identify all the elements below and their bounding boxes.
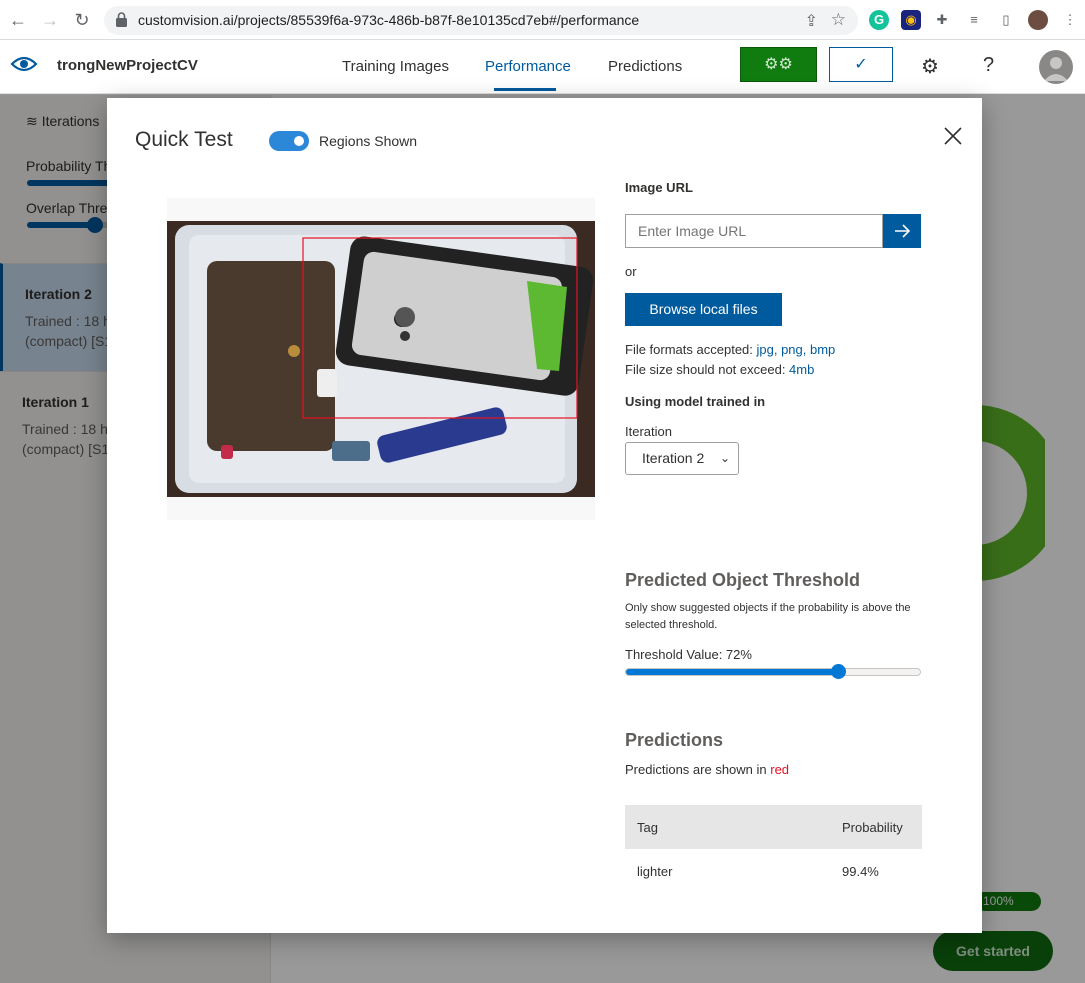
person-icon xyxy=(1044,57,1068,81)
threshold-title: Predicted Object Threshold xyxy=(625,570,861,590)
threshold-value-label: Threshold Value: 72% xyxy=(625,647,752,662)
checkmark-icon: ✓ xyxy=(854,56,868,73)
media-control-icon[interactable]: ≡ xyxy=(964,10,984,30)
tab-performance[interactable]: Performance xyxy=(485,58,571,75)
predictions-note: Predictions are shown in red xyxy=(625,762,790,777)
forward-icon[interactable]: → xyxy=(40,10,60,30)
using-model-label: Using model trained in xyxy=(625,394,766,409)
grammarly-extension-icon[interactable]: G xyxy=(869,10,889,30)
close-icon[interactable] xyxy=(941,124,965,148)
back-icon[interactable]: ← xyxy=(8,10,28,30)
column-header-probability: Probability xyxy=(842,820,903,835)
app-header: trongNewProjectCV Training Images Perfor… xyxy=(0,40,1085,94)
address-bar[interactable]: customvision.ai/projects/85539f6a-973c-4… xyxy=(104,6,858,35)
menu-kebab-icon[interactable]: ⋮ xyxy=(1060,10,1080,30)
regions-shown-label: Regions Shown xyxy=(319,133,418,149)
chevron-down-icon: ⌄ xyxy=(719,451,730,465)
extension-icon[interactable]: ◉ xyxy=(901,10,921,30)
predictions-title: Predictions xyxy=(625,730,724,750)
prediction-probability: 99.4% xyxy=(842,864,879,879)
project-name[interactable]: trongNewProjectCV xyxy=(57,57,198,74)
tab-predictions[interactable]: Predictions xyxy=(608,58,682,75)
threshold-slider[interactable] xyxy=(625,664,921,679)
prediction-tag: lighter xyxy=(637,864,673,879)
url-text: customvision.ai/projects/85539f6a-973c-4… xyxy=(138,12,640,28)
browser-toolbar: ← → ↻ customvision.ai/projects/85539f6a-… xyxy=(0,0,1085,40)
active-tab-indicator xyxy=(494,88,556,91)
column-header-tag: Tag xyxy=(637,820,658,835)
submit-url-button[interactable] xyxy=(883,214,921,248)
iteration-select[interactable]: Iteration 2 ⌄ xyxy=(625,442,739,475)
lock-icon xyxy=(116,12,127,27)
help-icon[interactable]: ? xyxy=(983,54,994,77)
iteration-label: Iteration xyxy=(625,424,672,439)
test-image xyxy=(167,221,595,497)
or-text: or xyxy=(625,264,637,279)
dialog-title: Quick Test xyxy=(135,128,233,151)
iteration-select-value: Iteration 2 xyxy=(642,450,705,466)
reload-icon[interactable]: ↻ xyxy=(72,10,92,30)
file-size-link[interactable]: 4mb xyxy=(789,362,814,377)
quick-test-dialog: Quick Test Regions Shown Image URL Enter… xyxy=(107,98,982,933)
file-formats-link[interactable]: jpg, png, bmp xyxy=(757,342,836,357)
test-image-frame xyxy=(167,198,595,520)
regions-shown-toggle[interactable] xyxy=(269,131,309,151)
profile-avatar-icon[interactable] xyxy=(1028,10,1048,30)
puzzle-extensions-icon[interactable]: ✚ xyxy=(932,10,952,30)
gears-icon: ⚙⚙ xyxy=(764,56,793,73)
user-avatar[interactable] xyxy=(1039,50,1073,84)
tab-training-images[interactable]: Training Images xyxy=(342,58,449,75)
side-panel-icon[interactable]: ▯ xyxy=(996,10,1016,30)
predictions-table: Tag Probability lighter 99.4% xyxy=(625,805,922,893)
threshold-slider-fill xyxy=(626,669,838,675)
threshold-description: Only show suggested objects if the proba… xyxy=(625,602,911,631)
threshold-slider-handle[interactable] xyxy=(831,664,846,679)
settings-gear-icon[interactable]: ⚙ xyxy=(921,54,939,79)
browse-local-files-button[interactable]: Browse local files xyxy=(625,293,782,326)
share-icon[interactable]: ⇪ xyxy=(805,11,818,31)
file-size-text: File size should not exceed: 4mb xyxy=(625,362,815,377)
arrow-right-icon xyxy=(895,224,911,238)
quick-test-button[interactable]: ✓ xyxy=(829,47,893,82)
train-button[interactable]: ⚙⚙ xyxy=(740,47,817,82)
custom-vision-eye-icon[interactable] xyxy=(10,54,38,74)
image-url-input[interactable] xyxy=(625,214,883,248)
bookmark-star-icon[interactable]: ☆ xyxy=(831,10,846,30)
table-header: Tag Probability xyxy=(625,805,922,849)
table-row: lighter 99.4% xyxy=(625,849,922,893)
image-url-label: Image URL xyxy=(625,180,693,195)
file-formats-text: File formats accepted: jpg, png, bmp xyxy=(625,342,836,357)
